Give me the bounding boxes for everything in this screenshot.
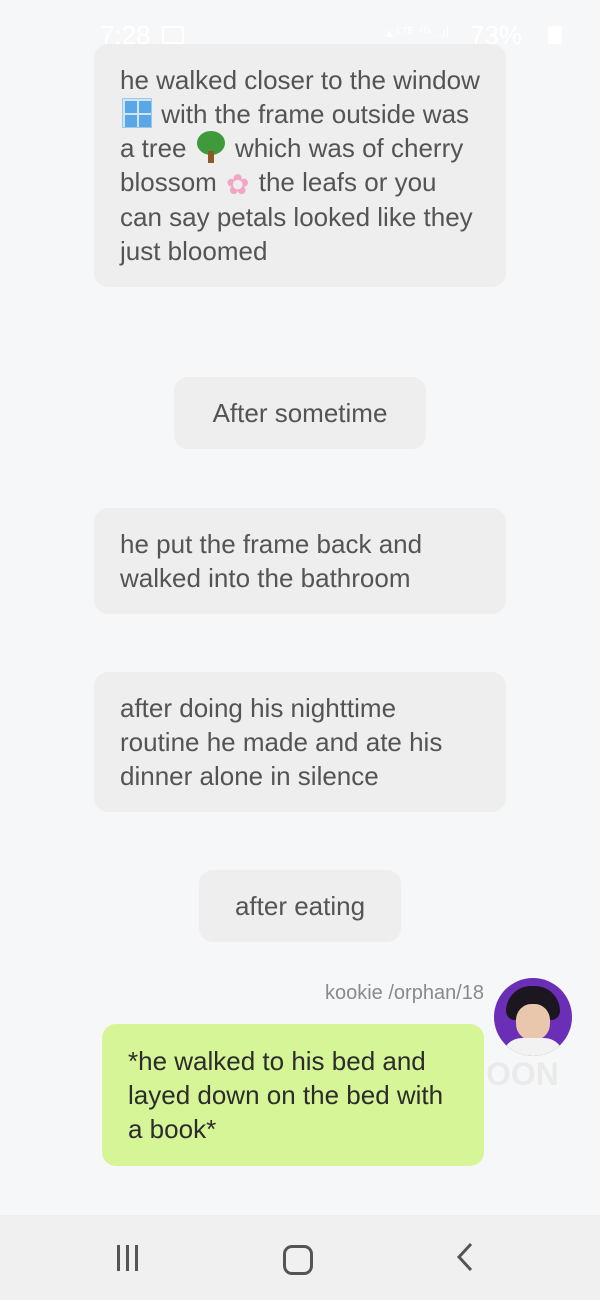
user-message-bubble: *he walked to his bed and layed down on … — [102, 1024, 484, 1166]
tree-emoji-icon — [196, 131, 226, 163]
scene-pill: After sometime — [174, 377, 426, 449]
scene-pill: after eating — [199, 870, 401, 942]
narration-text: after doing his nighttime routine he mad… — [120, 693, 443, 791]
narration-bubble: he put the frame back and walked into th… — [94, 508, 506, 614]
home-icon[interactable] — [283, 1245, 313, 1275]
recent-apps-icon[interactable] — [117, 1245, 143, 1271]
navigation-bar — [0, 1215, 600, 1300]
gallery-icon — [162, 26, 184, 44]
pill-text: after eating — [234, 891, 366, 921]
window-emoji-icon — [122, 98, 152, 128]
sender-name: kookie /orphan/18 — [324, 982, 484, 1004]
narration-bubble: he walked closer to the window with the … — [94, 44, 506, 287]
narration-text: he walked closer to the window — [120, 65, 480, 95]
back-icon[interactable] — [455, 1241, 475, 1273]
pill-text: After sometime — [212, 398, 388, 428]
signal-icon: ▴ ᴸᵀᴱ ⁴ᴳ ..ıl — [386, 24, 450, 40]
narration-bubble: after doing his nighttime routine he mad… — [94, 672, 506, 812]
avatar[interactable] — [494, 978, 572, 1056]
cherry-blossom-emoji-icon: ✿ — [226, 169, 250, 200]
narration-text: he put the frame back and walked into th… — [120, 529, 423, 593]
battery-icon — [548, 26, 562, 44]
user-message-text: *he walked to his bed and layed down on … — [128, 1046, 444, 1144]
watermark-logo: OON — [486, 1056, 559, 1092]
